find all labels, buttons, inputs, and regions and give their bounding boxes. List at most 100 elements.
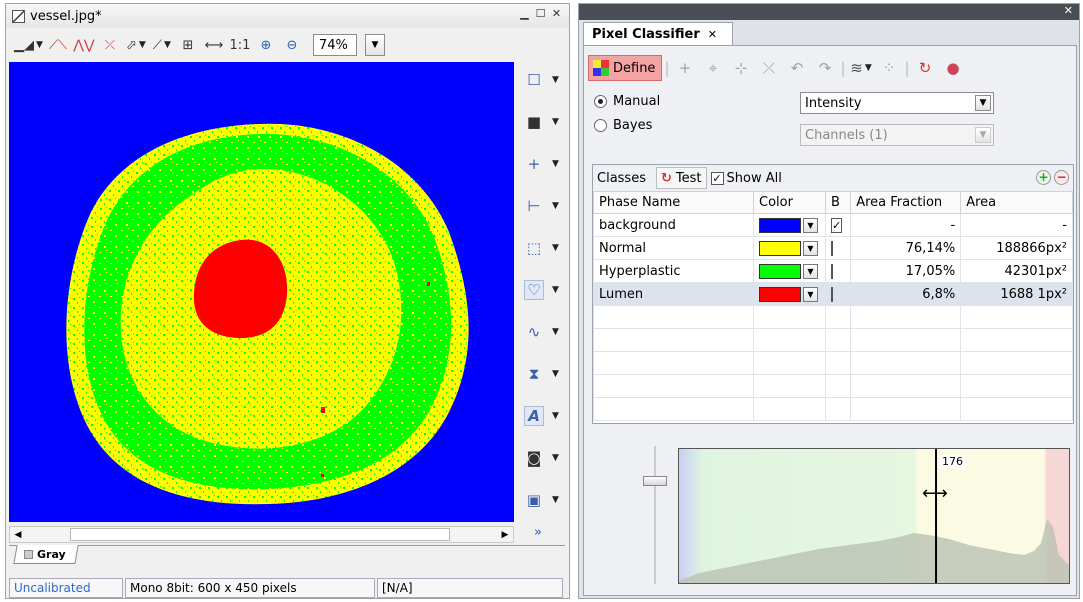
phase-color-cell[interactable]: ▼ xyxy=(753,282,826,306)
selection-tool[interactable]: ⬚ ▼ xyxy=(520,232,564,264)
zoom-in-icon[interactable]: ⊕ xyxy=(255,33,277,57)
frame-icon: ▣ xyxy=(526,491,542,509)
minimize-icon[interactable]: ▁ xyxy=(518,8,531,21)
tab-pixel-classifier[interactable]: Pixel Classifier ✕ xyxy=(583,22,733,46)
bookmark-tool[interactable]: ⧗ ▼ xyxy=(520,358,564,390)
bayes-radio[interactable]: Bayes xyxy=(594,118,652,133)
fit-window-icon[interactable]: ⊞ xyxy=(177,33,199,57)
phase-color-cell[interactable]: ▼ xyxy=(753,259,826,283)
zoom-level-input[interactable]: 74% xyxy=(312,34,357,56)
add-sample-icon[interactable]: ⌖ xyxy=(700,55,726,81)
chevron-down-icon[interactable]: ▼ xyxy=(803,217,818,233)
phase-b-cell[interactable]: ✓ xyxy=(824,213,852,237)
color-palette-icon[interactable]: ● xyxy=(940,55,966,81)
color-swatch[interactable] xyxy=(759,286,801,302)
phase-b-cell[interactable] xyxy=(824,282,852,306)
column-area[interactable]: Area xyxy=(960,191,1073,214)
chevron-down-icon[interactable]: ▼ xyxy=(803,286,818,302)
test-button[interactable]: ↻ Test xyxy=(655,167,707,189)
annotation-tool[interactable]: A ▼ xyxy=(520,400,564,432)
column-area-fraction[interactable]: Area Fraction xyxy=(850,191,962,214)
clear-samples-icon[interactable]: ⤫ xyxy=(756,55,782,81)
table-row[interactable]: Normal ▼ 76,14% 188866px² xyxy=(593,236,1073,260)
frame-tool[interactable]: ▣ ▼ xyxy=(520,484,564,516)
checkbox-unchecked[interactable] xyxy=(831,286,833,302)
define-button[interactable]: Define xyxy=(588,55,662,81)
export-icon[interactable]: ⬀ ▼ xyxy=(125,33,147,57)
bayes-radio-button[interactable] xyxy=(594,119,607,132)
manual-radio[interactable]: Manual xyxy=(594,94,660,109)
refresh-icon[interactable]: ↻ xyxy=(912,55,938,81)
classes-header: Classes ↻ Test ✓ Show All + − xyxy=(593,165,1073,191)
column-color[interactable]: Color xyxy=(753,191,826,214)
measure-tool[interactable]: ⊢ ▼ xyxy=(520,190,564,222)
profile-tool[interactable]: ∿ ▼ xyxy=(520,316,564,348)
column-b[interactable]: B xyxy=(824,191,852,214)
phase-name-cell[interactable]: Hyperplastic xyxy=(593,259,754,283)
redo-icon[interactable]: ↷ xyxy=(812,55,838,81)
maximize-icon[interactable]: ☐ xyxy=(534,8,547,21)
freehand-tool[interactable]: ♡ ▼ xyxy=(520,274,564,306)
undo-icon[interactable]: ↶ xyxy=(784,55,810,81)
table-row[interactable]: Hyperplastic ▼ 17,05% 42301px² xyxy=(593,259,1073,283)
grid-icon[interactable]: ⁘ xyxy=(876,55,902,81)
phase-b-cell[interactable] xyxy=(824,259,852,283)
add-class-icon[interactable]: + xyxy=(1036,170,1051,185)
phase-color-cell[interactable]: ▼ xyxy=(753,213,826,237)
scrollbar-thumb[interactable] xyxy=(70,528,450,541)
chevron-down-icon[interactable]: ▼ xyxy=(803,263,818,279)
pixel-classifier-panel: ✕ Pixel Classifier ✕ Define | + ⌖ ⊹ ⤫ ↶ … xyxy=(578,3,1080,599)
checkbox-unchecked[interactable] xyxy=(831,263,833,279)
table-row[interactable]: Lumen ▼ 6,8% 1688 1px² xyxy=(593,282,1073,306)
zoom-dropdown-icon[interactable]: ▼ xyxy=(364,34,385,56)
chevron-down-icon[interactable]: ▼ xyxy=(803,240,818,256)
calibration-status[interactable]: Uncalibrated xyxy=(9,578,123,598)
slider-thumb[interactable] xyxy=(643,476,667,486)
checkbox-checked[interactable]: ✓ xyxy=(831,217,843,233)
empty-table-row xyxy=(593,374,1073,398)
crosshair-tool[interactable]: + ▼ xyxy=(520,148,564,180)
phase-name-cell[interactable]: Lumen xyxy=(593,282,754,306)
phase-b-cell[interactable] xyxy=(824,236,852,260)
manual-radio-button[interactable] xyxy=(594,95,607,108)
image-canvas[interactable] xyxy=(9,62,514,522)
table-row[interactable]: background ▼ ✓ - - xyxy=(593,213,1073,237)
close-icon[interactable]: ✕ xyxy=(550,8,563,21)
phase-name-cell[interactable]: Normal xyxy=(593,236,754,260)
gamma-curve-icon[interactable]: ⟋ ▼ xyxy=(151,33,173,57)
panel-close-icon[interactable]: ✕ xyxy=(1064,4,1073,17)
intensity-histogram[interactable]: 176 ⟷ xyxy=(678,448,1070,584)
pixel-tool[interactable]: ◙ ▼ xyxy=(520,442,564,474)
filter-icon[interactable]: ≋ ▼ xyxy=(848,55,874,81)
column-phase-name[interactable]: Phase Name xyxy=(593,191,754,214)
zoom-out-icon[interactable]: ⊖ xyxy=(281,33,303,57)
threshold-value: 176 xyxy=(940,455,966,468)
curve-remove-icon[interactable]: ⤫ xyxy=(99,33,121,57)
color-swatch[interactable] xyxy=(759,240,801,256)
curve-add-icon[interactable]: ⟋⟍ xyxy=(47,33,69,57)
color-swatch[interactable] xyxy=(759,217,801,233)
overlay-tool[interactable]: ☐ ▼ xyxy=(520,64,564,96)
checkbox-unchecked[interactable] xyxy=(831,240,833,256)
more-tools-icon[interactable]: » xyxy=(534,525,542,540)
fill-tool[interactable]: ■ ▼ xyxy=(520,106,564,138)
curve-icon[interactable]: ⋀⋁ xyxy=(73,33,95,57)
show-all-checkbox[interactable]: ✓ Show All xyxy=(710,171,782,186)
fit-width-icon[interactable]: ⟷ xyxy=(203,33,225,57)
tab-gray[interactable]: Gray xyxy=(13,545,79,564)
horizontal-scrollbar[interactable]: ◀ ▶ xyxy=(9,526,514,543)
phase-color-cell[interactable]: ▼ xyxy=(753,236,826,260)
actual-size-button[interactable]: 1:1 xyxy=(229,33,251,57)
remove-class-icon[interactable]: − xyxy=(1054,170,1069,185)
checkbox-checked[interactable]: ✓ xyxy=(710,171,724,185)
feature-select[interactable]: Intensity ▼ xyxy=(800,92,994,114)
image-window-titlebar[interactable]: vessel.jpg* ▁ ☐ ✕ xyxy=(6,4,569,28)
remove-sample-icon[interactable]: ⊹ xyxy=(728,55,754,81)
scroll-left-icon[interactable]: ◀ xyxy=(11,528,25,542)
display-range-icon[interactable]: ▁◢ ▼ xyxy=(14,33,43,57)
add-point-icon[interactable]: + xyxy=(672,55,698,81)
phase-name-cell[interactable]: background xyxy=(593,213,754,237)
color-swatch[interactable] xyxy=(759,263,801,279)
scroll-right-icon[interactable]: ▶ xyxy=(498,528,512,542)
tab-close-icon[interactable]: ✕ xyxy=(708,28,717,41)
